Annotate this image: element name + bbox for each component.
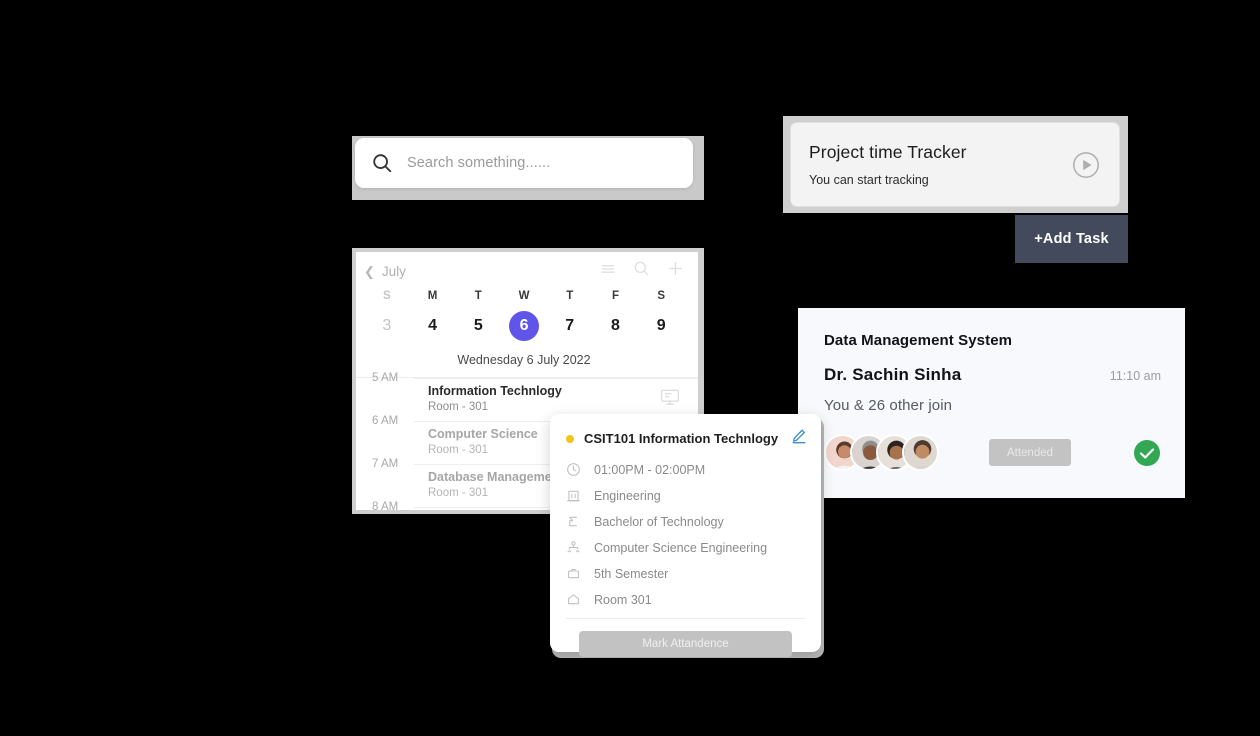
plus-icon[interactable] — [667, 260, 684, 282]
popup-row-branch: Computer Science Engineering — [566, 540, 805, 555]
calendar-date-5[interactable]: 5 — [455, 317, 501, 335]
tracker-subtitle: You can start tracking — [809, 173, 929, 187]
calendar-dow: F — [611, 290, 619, 302]
clock-icon — [566, 462, 582, 477]
project-time-tracker-card: Project time Tracker You can start track… — [790, 122, 1120, 207]
check-circle-icon — [1133, 439, 1161, 467]
status-dot — [566, 434, 574, 443]
list-icon[interactable] — [600, 261, 616, 282]
calendar-date-7[interactable]: 7 — [547, 317, 593, 335]
popup-row-text: Bachelor of Technology — [594, 514, 724, 529]
popup-row-text: Room 301 — [594, 592, 652, 607]
calendar-date-6-selected[interactable]: 6 — [501, 311, 547, 341]
meeting-card: Data Management System Dr. Sachin Sinha … — [798, 308, 1185, 498]
popup-detail-rows: 01:00PM - 02:00PM Engineering Bachelor o… — [550, 449, 821, 607]
mark-attendance-button[interactable]: Mark Attandence — [579, 631, 792, 657]
search-icon — [371, 152, 393, 174]
event-detail-popup: CSIT101 Information Technlogy 01:00PM - … — [550, 414, 821, 657]
meeting-participants: You & 26 other join — [824, 397, 953, 414]
popup-title: CSIT101 Information Technlogy — [584, 431, 779, 446]
app-canvas: Project time Tracker You can start track… — [0, 0, 1260, 736]
search-icon[interactable] — [633, 260, 650, 282]
calendar-date-4[interactable]: 4 — [410, 317, 456, 335]
calendar-weekday-row: S M T W T F S — [364, 290, 684, 302]
calendar-actions — [600, 260, 684, 282]
meeting-time: 11:10 am — [1109, 369, 1161, 383]
graduation-cap-icon — [566, 514, 582, 529]
popup-row-time: 01:00PM - 02:00PM — [566, 462, 805, 477]
monitor-icon[interactable] — [660, 388, 680, 411]
schedule-time-label: 8 AM — [372, 501, 399, 510]
meeting-host-row: Dr. Sachin Sinha 11:10 am — [824, 365, 1161, 385]
calendar-topbar: ❮ July — [364, 260, 684, 282]
popup-row-degree: Bachelor of Technology — [566, 514, 805, 529]
tracker-text-group: Project time Tracker You can start track… — [809, 142, 967, 187]
briefcase-icon — [566, 566, 582, 581]
calendar-dow: T — [566, 290, 574, 302]
attended-button[interactable]: Attended — [989, 439, 1071, 466]
calendar-date-8[interactable]: 8 — [593, 317, 639, 335]
popup-row-text: 5th Semester — [594, 566, 669, 581]
chevron-left-icon[interactable]: ❮ — [364, 265, 375, 278]
schedule-time-label: 6 AM — [372, 415, 399, 427]
pencil-icon[interactable] — [791, 428, 807, 449]
calendar-dow: S — [383, 290, 391, 302]
meeting-title: Data Management System — [824, 332, 1013, 349]
popup-row-text: Engineering — [594, 488, 661, 503]
calendar-month-label: July — [381, 263, 406, 279]
popup-row-semester: 5th Semester — [566, 566, 805, 581]
building-icon — [566, 488, 582, 503]
play-circle-icon[interactable] — [1071, 150, 1101, 180]
calendar-dow: T — [474, 290, 482, 302]
avatar-group — [824, 434, 939, 471]
search-bar[interactable] — [355, 138, 693, 188]
popup-separator — [566, 618, 805, 619]
meeting-host-name: Dr. Sachin Sinha — [824, 365, 962, 384]
search-input[interactable] — [407, 155, 677, 171]
calendar-date-3[interactable]: 3 — [364, 317, 410, 335]
schedule-time-label: 5 AM — [372, 372, 399, 384]
calendar-date-9[interactable]: 9 — [638, 317, 684, 335]
meeting-footer: Attended — [824, 434, 1161, 471]
home-icon — [566, 592, 582, 607]
calendar-date-row: 3 4 5 6 7 8 9 — [364, 311, 684, 341]
schedule-time-label: 7 AM — [372, 458, 399, 470]
calendar-dow: M — [427, 290, 438, 302]
popup-row-faculty: Engineering — [566, 488, 805, 503]
calendar-dow: S — [657, 290, 665, 302]
popup-header: CSIT101 Information Technlogy — [550, 428, 821, 449]
selected-date-pill: 6 — [509, 311, 540, 341]
tracker-title: Project time Tracker — [809, 142, 967, 162]
calendar-header: ❮ July S M T W T F S 3 4 5 6 7 8 9 Wedne… — [356, 252, 698, 377]
popup-row-text: Computer Science Engineering — [594, 540, 768, 555]
avatar — [902, 434, 939, 471]
popup-row-room: Room 301 — [566, 592, 805, 607]
calendar-dow: W — [518, 290, 530, 302]
schedule-event-room: Room - 301 — [428, 401, 489, 413]
schedule-event-name: Information Technlogy — [428, 384, 562, 398]
people-hierarchy-icon — [566, 540, 582, 555]
popup-row-text: 01:00PM - 02:00PM — [594, 462, 706, 477]
add-task-button[interactable]: +Add Task — [1015, 215, 1128, 263]
